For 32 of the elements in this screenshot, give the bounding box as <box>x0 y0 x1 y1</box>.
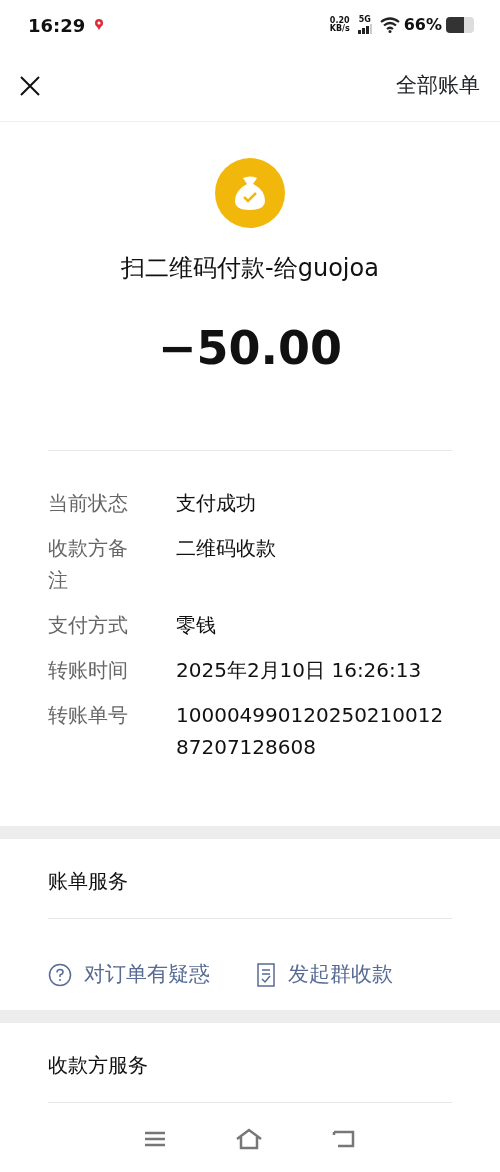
section-title: 账单服务 <box>47 868 129 895</box>
battery-percent: 66% <box>403 14 442 36</box>
home-icon[interactable] <box>235 1127 263 1150</box>
detail-label: 当前状态 <box>48 490 129 517</box>
detail-value: 10000499012025021001287207128608 <box>176 702 445 761</box>
back-icon[interactable] <box>331 1128 356 1149</box>
network-type: 5G <box>357 16 372 24</box>
question-icon <box>48 962 72 987</box>
service-link[interactable]: 发起群收款 <box>256 958 393 991</box>
section-title: 收款方服务 <box>47 1052 149 1079</box>
battery-icon <box>446 17 474 33</box>
all-bills-link[interactable]: 全部账单 <box>396 69 480 102</box>
net-unit: KB/s <box>329 25 350 33</box>
wifi-icon <box>379 17 400 33</box>
net-speed: 0.20 <box>329 17 350 25</box>
service-link[interactable]: 对订单有疑惑 <box>48 958 210 991</box>
menu-icon[interactable] <box>144 1129 167 1148</box>
detail-value: 二维码收款 <box>176 535 277 562</box>
detail-value: 支付成功 <box>176 490 257 517</box>
detail-label: 支付方式 <box>48 612 129 639</box>
money-bag-icon <box>215 158 285 228</box>
signal-icon <box>357 24 372 34</box>
detail-label: 转账单号 <box>48 702 129 729</box>
status-time: 16:29 <box>28 13 86 38</box>
receipt-icon <box>256 962 276 987</box>
transaction-title: 扫二维码付款-给guojoa <box>121 253 379 284</box>
detail-label: 收款方备注 <box>48 535 129 594</box>
detail-label: 转账时间 <box>48 657 129 684</box>
close-icon[interactable] <box>18 73 42 98</box>
detail-value: 2025年2月10日 16:26:13 <box>176 657 423 684</box>
amount: −50.00 <box>157 320 342 377</box>
detail-value: 零钱 <box>176 612 217 639</box>
